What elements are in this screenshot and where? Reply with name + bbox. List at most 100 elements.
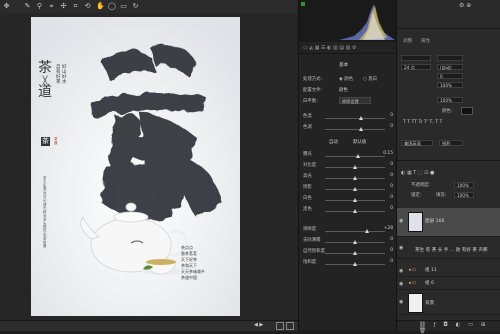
slider-track[interactable] [325, 187, 385, 191]
dock-top-icons[interactable]: ⚙ ⊕ [459, 2, 471, 9]
slider-knob[interactable] [353, 176, 357, 180]
eye-icon[interactable]: ◉ [399, 268, 403, 274]
transform-icon[interactable]: ⟲ [84, 3, 91, 10]
slider-track[interactable] [325, 154, 385, 158]
antialias-select[interactable]: 锐利 [439, 140, 463, 146]
move-icon[interactable]: ✥ [3, 3, 10, 10]
leading-field[interactable]: (自动) [437, 64, 463, 70]
layers-footer: ⛓ ƒ ◘ ◐ ▭ ⊞ 🗑 [397, 320, 500, 334]
hscale-field[interactable]: 100% [437, 97, 463, 103]
poster-title-top: 茶 [38, 60, 52, 76]
tab-adjust[interactable]: 调整 [403, 38, 412, 44]
slider-track[interactable] [325, 127, 385, 131]
slider-value[interactable]: 0 [390, 162, 393, 167]
fullscreen-icon[interactable] [286, 322, 294, 330]
slider-knob[interactable] [353, 165, 357, 169]
auto-button[interactable]: 自动 [329, 139, 338, 145]
glyph-buttons[interactable]: T T TT Tr T' T, T T [403, 120, 442, 125]
section-title: 基本 [339, 63, 349, 68]
process-label: 处理方式： [303, 77, 325, 82]
rotate-icon[interactable]: ↻ [132, 3, 139, 10]
slider-value[interactable]: 0 [390, 259, 393, 264]
poster-preview[interactable]: 茶 ╳ 道 自有好茶 好山好水 茶 茶道 茶文化源远流长博大精深茶为国饮品茶悟道… [31, 17, 240, 316]
layer-row[interactable]: ◉ ▸▭ 组 6 [397, 278, 500, 290]
process-bw-option[interactable]: ○ 黑白 [363, 76, 377, 82]
profile-select[interactable]: 颜色 [339, 87, 348, 93]
fit-icon[interactable] [276, 322, 284, 330]
layer-row[interactable]: ◉ 背景 [397, 292, 500, 315]
text-color-swatch[interactable] [461, 107, 473, 115]
slider-knob[interactable] [356, 154, 360, 158]
slider-knob[interactable] [359, 116, 363, 120]
poster-poem: 茶点点 香茶茗茗 天下好茶 茶和天下 天天茶味故乡 茶道中国 [181, 245, 236, 281]
font-size-field[interactable]: 24 点 [401, 64, 431, 70]
slider-knob[interactable] [353, 251, 357, 255]
layer-row[interactable]: ◉ 茶生 卷 茶 长 手 ... 款 有好 茶 声那 [397, 242, 500, 259]
process-color-option[interactable]: ◉ 颜色 [339, 76, 353, 82]
eye-icon[interactable]: ◉ [399, 299, 403, 305]
slider-label: 清晰度 [303, 227, 317, 232]
rect-icon[interactable]: ▭ [120, 3, 127, 10]
slider-value[interactable]: 0 [390, 113, 393, 118]
slider-track[interactable] [325, 229, 385, 233]
process-bw-label: 黑白 [368, 77, 378, 82]
slider-row: 饱和度 0 [299, 258, 397, 267]
fill-label: 填充： [436, 193, 450, 198]
eye-icon[interactable]: ◉ [399, 281, 403, 287]
slider-track[interactable] [325, 262, 385, 266]
slider-row: 清晰度 +28 [299, 225, 397, 234]
slider-value[interactable]: 0 [390, 184, 393, 189]
vscale-field[interactable]: 100% [437, 82, 463, 88]
slider-knob[interactable] [353, 198, 357, 202]
style-field[interactable] [437, 55, 463, 61]
canvas-status-bar: ◀ ▶ [0, 320, 298, 331]
brush-icon[interactable]: ✎ [24, 3, 31, 10]
slider-value[interactable]: 0 [390, 248, 393, 253]
layer-actions-icon[interactable]: ⛓ ƒ ◘ ◐ ▭ ⊞ 🗑 [419, 322, 500, 334]
eye-icon[interactable]: ◉ [399, 245, 403, 251]
folder-icon: ▸▭ [409, 280, 417, 286]
stamp-icon[interactable]: ⌖ [48, 3, 55, 10]
ellipse-icon[interactable]: ◯ [108, 3, 116, 10]
crop-icon[interactable]: ⌗ [72, 3, 79, 10]
opacity-field[interactable]: 100% [454, 182, 474, 188]
slider-row: 色调 0 [299, 123, 397, 132]
slider-value[interactable]: 0 [390, 195, 393, 200]
eye-icon[interactable]: ◉ [399, 218, 403, 224]
slider-knob[interactable] [353, 240, 357, 244]
slider-track[interactable] [325, 165, 385, 169]
wb-select[interactable]: 原照设置 [339, 97, 371, 104]
hand-icon[interactable]: ✋ [96, 3, 105, 10]
slider-knob[interactable] [353, 209, 357, 213]
slider-value[interactable]: 0 [390, 124, 393, 129]
spot-heal-icon[interactable]: ✣ [60, 3, 67, 10]
slider-knob[interactable] [359, 127, 363, 131]
slider-knob[interactable] [353, 262, 357, 266]
language-select[interactable]: 美国英语 [401, 140, 433, 146]
slider-value[interactable]: 0 [390, 206, 393, 211]
slider-knob[interactable] [353, 187, 357, 191]
slider-track[interactable] [325, 176, 385, 180]
panel-tools-icon[interactable]: ▭ ◭ ▦ ☰ ◐ ▥ ▤ ▧ ⚙ [303, 45, 357, 51]
tab-properties[interactable]: 属性 [421, 38, 430, 44]
slider-track[interactable] [325, 240, 385, 244]
slider-value[interactable]: 0 [390, 237, 393, 242]
eyedropper-icon[interactable]: ⚲ [36, 3, 43, 10]
layer-name: 组 11 [425, 268, 437, 273]
slider-value[interactable]: 0 [390, 173, 393, 178]
slider-track[interactable] [325, 116, 385, 120]
layer-filter-icons[interactable]: ◐ ▦ T ⬚ ⊡ ● [401, 170, 434, 176]
fill-field[interactable]: 100% [454, 192, 474, 198]
slider-track[interactable] [325, 209, 385, 213]
font-field[interactable] [401, 55, 431, 61]
nav-arrows[interactable]: ◀ ▶ [254, 322, 263, 328]
slider-track[interactable] [325, 251, 385, 255]
slider-value[interactable]: +28 [384, 226, 393, 231]
slider-track[interactable] [325, 198, 385, 202]
layer-row[interactable]: ◉ ▸▭ 组 11 [397, 265, 500, 277]
layer-thumbnail [408, 212, 423, 232]
default-button[interactable]: 默认值 [353, 139, 366, 145]
slider-knob[interactable] [365, 229, 369, 233]
tracking-field[interactable]: 0 [437, 73, 463, 79]
layer-row-selected[interactable]: ◉ 图层 166 [397, 208, 500, 237]
